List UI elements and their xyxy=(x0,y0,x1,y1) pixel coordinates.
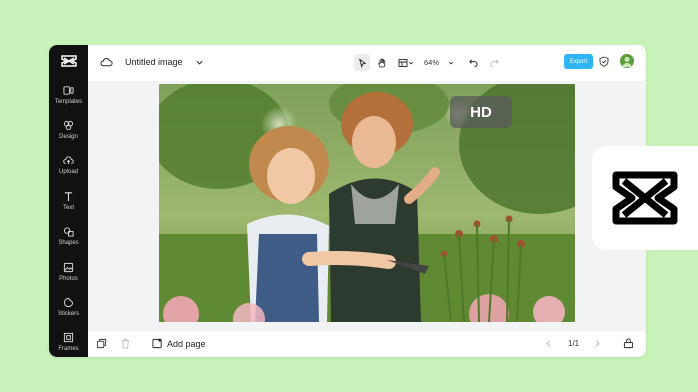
add-page-button[interactable]: Add page xyxy=(152,338,206,349)
shield-icon[interactable] xyxy=(599,56,609,67)
design-icon xyxy=(63,120,74,131)
capcut-logo-icon[interactable] xyxy=(49,51,88,71)
undo-button[interactable] xyxy=(466,54,480,71)
sidebar-item-text[interactable]: Text xyxy=(49,189,88,223)
hand-icon xyxy=(378,58,386,67)
sidebar-item-label: Photos xyxy=(59,276,78,282)
undo-icon xyxy=(468,59,477,67)
capcut-logo-icon xyxy=(612,171,678,225)
bottom-toolbar: Add page 1/1 xyxy=(88,331,646,357)
document-title[interactable]: Untitled image xyxy=(125,57,183,67)
redo-icon xyxy=(490,59,499,67)
editor-window: Templates Design Upload Text Shapes Phot… xyxy=(49,45,646,357)
top-toolbar: Untitled image 64% Export xyxy=(88,45,646,81)
templates-icon xyxy=(63,86,74,95)
sidebar-item-frames[interactable]: Frames xyxy=(49,330,88,357)
chevron-down-icon xyxy=(408,61,414,64)
export-button[interactable]: Export xyxy=(564,54,593,69)
page-indicator: 1/1 xyxy=(568,339,580,348)
duplicate-page-icon[interactable] xyxy=(96,338,107,349)
layout-icon xyxy=(398,58,408,67)
sidebar-item-photos[interactable]: Photos xyxy=(49,260,88,294)
garden-photo xyxy=(159,84,575,322)
shapes-icon xyxy=(63,227,74,237)
sidebar-item-label: Design xyxy=(59,134,78,140)
chevron-down-icon[interactable] xyxy=(195,58,204,67)
sidebar-item-label: Templates xyxy=(54,99,83,105)
sidebar-item-design[interactable]: Design xyxy=(49,118,88,152)
hd-badge: HD xyxy=(450,96,512,128)
chevron-down-icon xyxy=(448,61,454,64)
frames-icon xyxy=(63,332,74,343)
cursor-icon xyxy=(358,57,366,68)
add-page-icon xyxy=(152,338,162,349)
zoom-level: 64% xyxy=(423,58,439,67)
sidebar-item-label: Text xyxy=(62,205,74,211)
hand-tool-button[interactable] xyxy=(374,54,390,71)
sidebar-item-shapes[interactable]: Shapes xyxy=(49,224,88,258)
sidebar-item-label: Shapes xyxy=(58,240,79,246)
sidebar-item-upload[interactable]: Upload xyxy=(49,153,88,187)
sidebar-item-label: Frames xyxy=(58,346,79,352)
trash-icon[interactable] xyxy=(120,338,131,349)
select-tool-button[interactable] xyxy=(354,54,370,71)
cloud-sync-icon[interactable] xyxy=(100,56,113,68)
photos-icon xyxy=(63,262,74,273)
user-icon xyxy=(622,57,632,67)
stickers-icon xyxy=(63,297,74,308)
sidebar-item-templates[interactable]: Templates xyxy=(49,83,88,117)
sidebar-item-label: Stickers xyxy=(57,311,80,317)
sidebar-item-stickers[interactable]: Stickers xyxy=(49,295,88,329)
capcut-logo-card xyxy=(592,146,698,250)
upload-icon xyxy=(63,156,74,165)
canvas-area[interactable] xyxy=(88,81,646,331)
add-page-label: Add page xyxy=(167,338,206,349)
layout-dropdown-button[interactable] xyxy=(395,54,417,71)
text-icon xyxy=(64,192,73,202)
redo-button[interactable] xyxy=(487,54,501,71)
avatar[interactable] xyxy=(620,54,634,68)
collapse-panel-icon[interactable] xyxy=(623,338,634,349)
chevron-right-icon[interactable] xyxy=(593,339,602,348)
sidebar: Templates Design Upload Text Shapes Phot… xyxy=(49,45,88,357)
sidebar-item-label: Upload xyxy=(58,169,78,175)
zoom-dropdown[interactable]: 64% xyxy=(421,54,457,71)
chevron-left-icon[interactable] xyxy=(544,339,553,348)
canvas-photo[interactable] xyxy=(159,84,575,322)
